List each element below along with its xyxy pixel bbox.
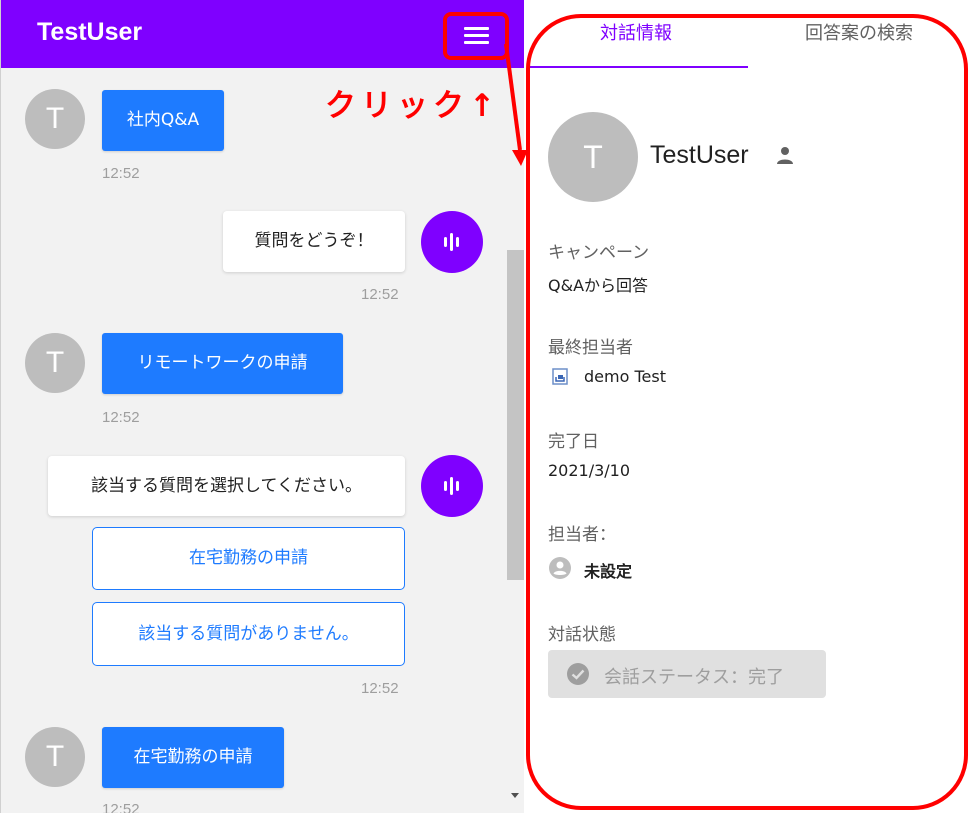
profile-avatar: T bbox=[548, 112, 638, 202]
status-text: 会話ステータス：完了 bbox=[604, 667, 784, 688]
message-timestamp: 12:52 bbox=[102, 409, 140, 426]
message-timestamp: 12:52 bbox=[102, 801, 140, 813]
document-icon bbox=[552, 368, 568, 385]
user-message-bubble: リモートワークの申請 bbox=[102, 333, 343, 394]
user-avatar: T bbox=[25, 727, 85, 787]
active-tab-indicator bbox=[528, 66, 748, 68]
click-annotation: クリック↑ bbox=[325, 88, 500, 124]
assignee-label: 担当者： bbox=[548, 525, 616, 545]
campaign-label: キャンペーン bbox=[548, 243, 650, 263]
profile-name: TestUser bbox=[650, 141, 749, 169]
menu-button[interactable] bbox=[443, 12, 509, 60]
app-title: TestUser bbox=[37, 18, 143, 46]
message-list[interactable]: T 社内Q&A 12:52 質問をどうぞ！ 12:52 T リモートワークの申請… bbox=[1, 68, 507, 813]
bot-message-bubble: 質問をどうぞ！ bbox=[223, 211, 405, 272]
message-timestamp: 12:52 bbox=[361, 286, 399, 303]
message-timestamp: 12:52 bbox=[361, 680, 399, 697]
conversation-status-label: 対話状態 bbox=[548, 625, 616, 645]
bot-message-bubble: 該当する質問を選択してください。 bbox=[48, 456, 405, 516]
scrollbar-thumb[interactable] bbox=[507, 250, 524, 580]
user-avatar: T bbox=[25, 333, 85, 393]
conversation-info-pane: 対話情報 回答案の検索 T TestUser キャンペーン Q&Aから回答 最終… bbox=[524, 0, 970, 813]
tab-conversation-info[interactable]: 対話情報 bbox=[524, 0, 748, 68]
tab-answer-search[interactable]: 回答案の検索 bbox=[748, 0, 970, 68]
bot-avatar bbox=[421, 211, 483, 273]
last-assignee-label: 最終担当者 bbox=[548, 338, 633, 358]
message-timestamp: 12:52 bbox=[102, 165, 140, 182]
last-assignee-value: demo Test bbox=[584, 367, 666, 386]
completed-date-value: 2021/3/10 bbox=[548, 461, 631, 480]
user-avatar: T bbox=[25, 89, 85, 149]
person-icon bbox=[777, 147, 793, 164]
bot-avatar bbox=[421, 455, 483, 517]
user-message-bubble: 在宅勤務の申請 bbox=[102, 727, 284, 788]
campaign-value: Q&Aから回答 bbox=[548, 276, 649, 295]
scroll-down-arrow-icon[interactable] bbox=[511, 793, 519, 798]
completed-date-label: 完了日 bbox=[548, 432, 599, 452]
assignee-value: 未設定 bbox=[584, 562, 633, 581]
choice-button-remote-work[interactable]: 在宅勤務の申請 bbox=[92, 527, 405, 590]
check-circle-icon bbox=[567, 663, 589, 685]
user-message-bubble: 社内Q&A bbox=[102, 90, 224, 151]
status-chip: 会話ステータス：完了 bbox=[548, 650, 826, 698]
account-circle-icon bbox=[549, 557, 571, 579]
choice-button-no-match[interactable]: 該当する質問がありません。 bbox=[92, 602, 405, 666]
app-header: TestUser bbox=[1, 0, 524, 68]
